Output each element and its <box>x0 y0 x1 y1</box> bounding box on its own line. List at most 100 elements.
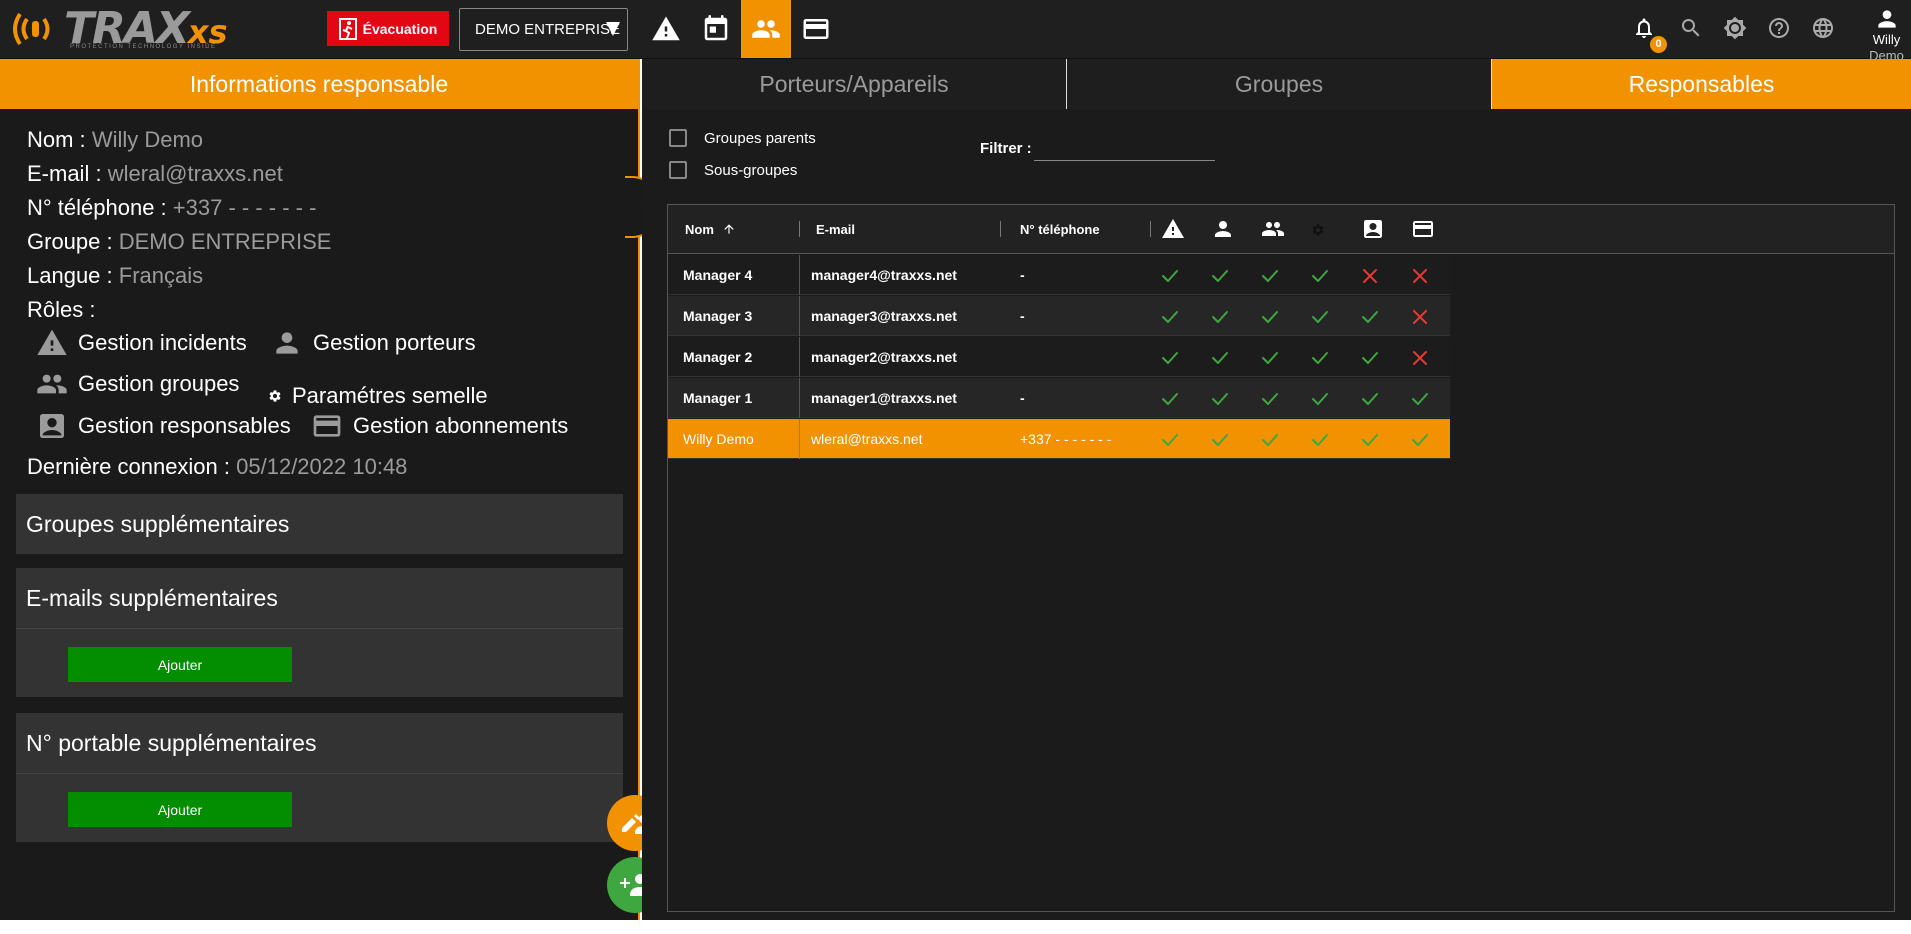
cross-icon <box>1359 265 1381 287</box>
emails-section-body: Ajouter <box>16 628 623 697</box>
brightness-icon <box>1723 16 1747 40</box>
phones-section-title[interactable]: N° portable supplémentaires <box>16 713 623 773</box>
cell-name: Manager 3 <box>683 308 753 324</box>
warning-icon <box>37 329 67 355</box>
check-icon <box>1159 306 1181 328</box>
column-header-nom[interactable]: Nom <box>685 205 736 254</box>
add-email-button[interactable]: Ajouter <box>68 647 292 682</box>
column-nom-label: Nom <box>685 222 714 237</box>
column-header-groupes[interactable] <box>1261 217 1285 241</box>
role-label: Paramétres semelle <box>292 383 488 408</box>
check-icon <box>1359 429 1381 451</box>
role-label: Gestion responsables <box>78 413 291 438</box>
check-icon <box>1359 388 1381 410</box>
phones-section: N° portable supplémentaires Ajouter <box>16 713 623 842</box>
add-phone-button[interactable]: Ajouter <box>68 792 292 827</box>
card-icon <box>803 19 829 39</box>
person-icon <box>276 332 298 354</box>
groups-section: Groupes supplémentaires <box>16 494 623 554</box>
card-icon <box>1413 221 1433 237</box>
theme-toggle-button[interactable] <box>1719 12 1751 44</box>
column-header-semelle[interactable] <box>1311 223 1325 237</box>
cell-divider <box>799 378 800 418</box>
groupes-parents-checkbox[interactable] <box>669 129 687 147</box>
column-separator <box>1000 221 1001 237</box>
check-icon <box>1159 265 1181 287</box>
cross-icon <box>1409 347 1431 369</box>
cross-icon <box>1409 265 1431 287</box>
tab-groupes[interactable]: Groupes <box>1067 59 1492 109</box>
company-select[interactable]: DEMO ENTREPRISE <box>459 8 628 51</box>
role-gestion-responsables: Gestion responsables <box>36 410 291 442</box>
check-icon <box>1209 347 1231 369</box>
column-header-responsables[interactable] <box>1361 217 1385 241</box>
check-icon <box>1159 388 1181 410</box>
nav-incidents[interactable] <box>641 0 691 58</box>
table-header: Nom E-mail N° téléphone <box>668 205 1894 254</box>
check-icon <box>1159 429 1181 451</box>
warning-icon <box>652 16 680 41</box>
table-row[interactable]: Manager 4 manager4@traxxs.net - <box>668 255 1450 295</box>
role-parametres-semelle: Paramétres semelle <box>268 383 488 409</box>
info-langue: Langue : Français <box>27 263 203 289</box>
search-button[interactable] <box>1675 12 1707 44</box>
search-icon <box>1682 19 1700 37</box>
check-icon <box>1259 265 1281 287</box>
globe-icon <box>1813 18 1833 38</box>
role-gestion-abonnements: Gestion abonnements <box>311 410 568 442</box>
user-menu[interactable]: Willy Demo <box>1862 6 1911 64</box>
emails-section: E-mails supplémentaires Ajouter <box>16 568 623 697</box>
help-button[interactable] <box>1763 12 1795 44</box>
top-bar: TRAXxs PROTECTION TECHNOLOGY INSIDE Évac… <box>0 0 1911 63</box>
check-icon <box>1409 429 1431 451</box>
filter-input[interactable] <box>1034 137 1215 161</box>
check-icon <box>1309 388 1331 410</box>
emergency-exit-icon <box>338 17 357 40</box>
language-button[interactable] <box>1807 12 1839 44</box>
column-header-telephone[interactable]: N° téléphone <box>1020 205 1100 254</box>
check-icon <box>1259 429 1281 451</box>
check-icon <box>1159 347 1181 369</box>
traxxs-logo[interactable]: TRAXxs PROTECTION TECHNOLOGY INSIDE <box>8 4 228 54</box>
role-label: Gestion incidents <box>78 330 247 355</box>
email-label: E-mail : <box>27 161 102 186</box>
column-header-porteurs[interactable] <box>1211 217 1235 241</box>
langue-value: Français <box>118 263 204 288</box>
info-nom: Nom : Willy Demo <box>27 127 203 153</box>
check-icon <box>1259 388 1281 410</box>
card-icon <box>313 415 341 437</box>
check-icon <box>1209 388 1231 410</box>
cell-email: manager3@traxxs.net <box>811 308 957 324</box>
check-icon <box>1259 347 1281 369</box>
table-row[interactable]: Willy Demo wleral@traxxs.net +337 - - - - … <box>668 419 1450 459</box>
warning-icon <box>1162 219 1184 238</box>
nav-abonnements[interactable] <box>791 0 841 58</box>
cell-name: Manager 4 <box>683 267 753 283</box>
emails-section-title[interactable]: E-mails supplémentaires <box>16 568 623 628</box>
column-header-incidents[interactable] <box>1161 217 1185 241</box>
table-row[interactable]: Manager 3 manager3@traxxs.net - <box>668 296 1450 336</box>
nav-calendar[interactable] <box>691 0 741 58</box>
tab-porteurs-appareils[interactable]: Porteurs/Appareils <box>642 59 1067 109</box>
groupe-value: DEMO ENTREPRISE <box>118 229 332 254</box>
table-row[interactable]: Manager 1 manager1@traxxs.net - <box>668 378 1450 418</box>
contact-icon <box>40 414 64 438</box>
cell-name: Manager 2 <box>683 349 753 365</box>
group-icon <box>37 374 67 394</box>
column-header-email[interactable]: E-mail <box>816 205 855 254</box>
check-icon <box>1209 306 1231 328</box>
nav-responsables[interactable] <box>741 0 791 58</box>
groupe-label: Groupe : <box>27 229 113 254</box>
langue-label: Langue : <box>27 263 113 288</box>
responsables-panel: Porteurs/Appareils Groupes Responsables … <box>642 59 1911 920</box>
evacuation-label: Évacuation <box>362 20 438 37</box>
last-login-value: 05/12/2022 10:48 <box>236 454 408 479</box>
column-header-abonnements[interactable] <box>1411 217 1435 241</box>
tab-responsables[interactable]: Responsables <box>1492 59 1911 109</box>
info-groupe: Groupe : DEMO ENTREPRISE <box>27 229 331 255</box>
groups-section-title[interactable]: Groupes supplémentaires <box>16 494 623 554</box>
table-row[interactable]: Manager 2 manager2@traxxs.net <box>668 337 1450 377</box>
evacuation-button[interactable]: Évacuation <box>327 11 449 46</box>
help-icon <box>1769 18 1789 38</box>
sous-groupes-checkbox[interactable] <box>669 161 687 179</box>
